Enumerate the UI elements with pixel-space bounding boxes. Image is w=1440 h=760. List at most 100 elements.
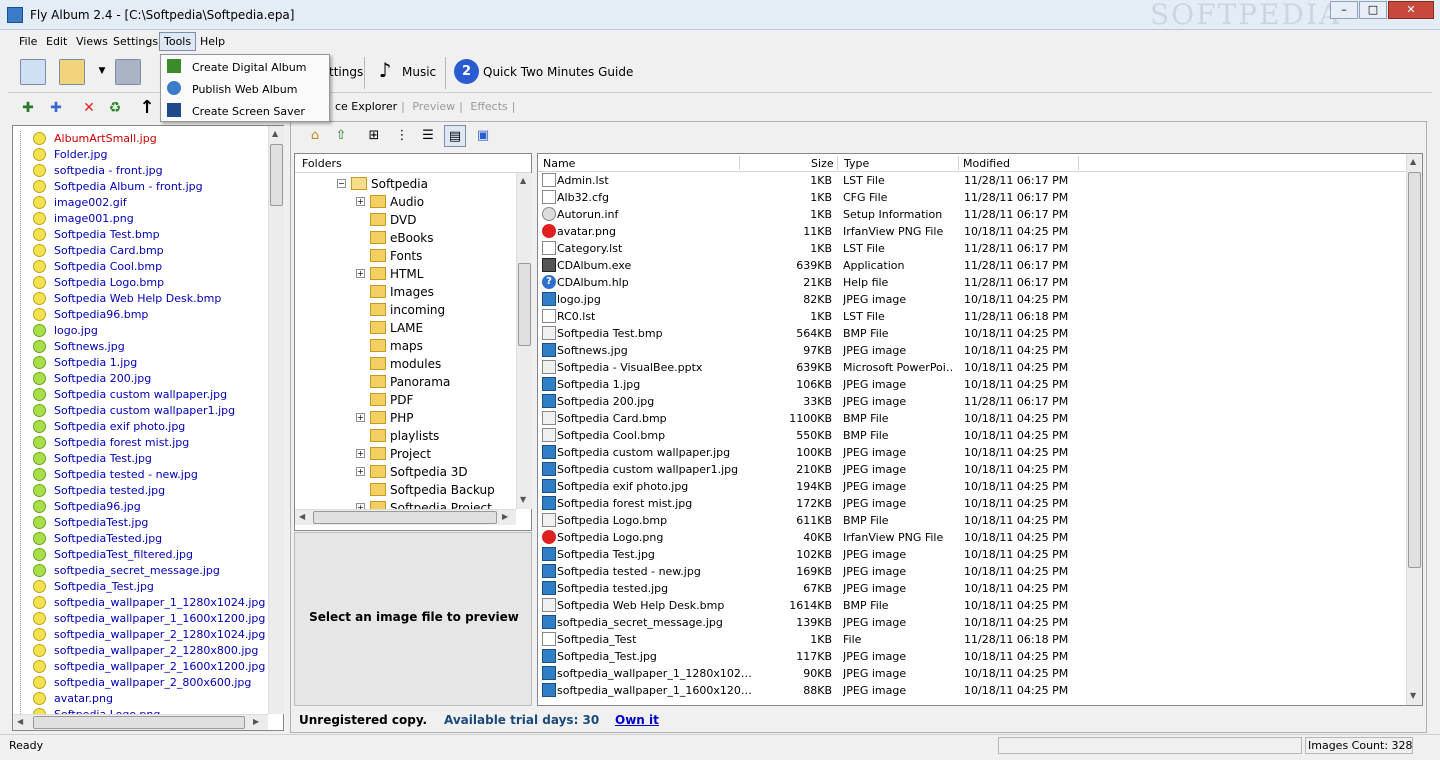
new-album-icon[interactable] [20, 59, 46, 85]
list-item[interactable]: Softpedia 200.jpg [33, 370, 273, 386]
list-item[interactable]: Softpedia Cool.bmp [33, 258, 273, 274]
music-button[interactable]: Music [402, 65, 436, 79]
small-icons-view-icon[interactable]: ⋮ [391, 125, 413, 147]
table-row[interactable]: Softpedia tested - new.jpg 169KB JPEG imag… [538, 563, 1406, 580]
expand-icon[interactable]: + [356, 269, 365, 278]
tab-effects[interactable]: Effects [470, 100, 507, 113]
list-item[interactable]: Softpedia_Test.jpg [33, 578, 273, 594]
list-item[interactable]: avatar.png [33, 690, 273, 706]
list-item[interactable]: SoftpediaTest.jpg [33, 514, 273, 530]
menu-tools[interactable]: Tools [159, 32, 197, 51]
table-row[interactable]: Softpedia - VisualBee.pptx 639KB Microsoft… [538, 359, 1406, 376]
list-view-icon[interactable]: ☰ [417, 125, 439, 147]
table-row[interactable]: RC0.lst 1KB LST File 11/28/11 06:18 PM [538, 308, 1406, 325]
table-row[interactable]: Softpedia Test.bmp 564KB BMP File 10/18/11 … [538, 325, 1406, 342]
scroll-thumb[interactable] [33, 716, 245, 729]
list-item[interactable]: Softpedia custom wallpaper.jpg [33, 386, 273, 402]
tab-preview[interactable]: Preview [412, 100, 455, 113]
table-row[interactable]: softpedia_wallpaper_1_1600x120… 88KB JPEG … [538, 682, 1406, 699]
list-item[interactable]: logo.jpg [33, 322, 273, 338]
scroll-left-arrow[interactable]: ◀ [299, 512, 305, 521]
column-size[interactable]: Size [811, 157, 834, 170]
menu-file[interactable]: File [19, 35, 37, 48]
settings-label[interactable]: ttings [329, 65, 363, 79]
music-icon[interactable]: ♪ [375, 60, 395, 80]
table-row[interactable]: logo.jpg 82KB JPEG image 10/18/11 04:25 PM [538, 291, 1406, 308]
menu-views[interactable]: Views [76, 35, 108, 48]
list-item[interactable]: Softpedia96.bmp [33, 306, 273, 322]
list-item[interactable]: softpedia_wallpaper_1_1600x1200.jpg [33, 610, 273, 626]
table-row[interactable]: Softpedia 200.jpg 33KB JPEG image 11/28/11 … [538, 393, 1406, 410]
column-name[interactable]: Name [543, 157, 575, 170]
table-row[interactable]: Softpedia Test.jpg 102KB JPEG image 10/18/1… [538, 546, 1406, 563]
table-row[interactable]: Softpedia Card.bmp 1100KB BMP File 10/18/11… [538, 410, 1406, 427]
details-view-icon[interactable]: ▤ [444, 125, 466, 147]
list-item[interactable]: Softpedia forest mist.jpg [33, 434, 273, 450]
list-item[interactable]: Softpedia Logo.bmp [33, 274, 273, 290]
large-icons-view-icon[interactable]: ⊞ [363, 125, 385, 147]
scroll-up-arrow[interactable]: ▲ [520, 176, 526, 185]
home-icon[interactable]: ⌂ [304, 125, 326, 147]
column-separator[interactable] [739, 156, 740, 170]
collapse-icon[interactable]: − [337, 179, 346, 188]
table-row[interactable]: softpedia_wallpaper_1_1280x102… 90KB JPEG … [538, 665, 1406, 682]
create-digital-album-item[interactable]: Create Digital Album [161, 56, 329, 78]
table-row[interactable]: Softpedia_Test.jpg 117KB JPEG image 10/18/1… [538, 648, 1406, 665]
scroll-down-arrow[interactable]: ▼ [520, 495, 526, 504]
scroll-down-arrow[interactable]: ▼ [1410, 691, 1416, 700]
table-row[interactable]: Softnews.jpg 97KB JPEG image 10/18/11 04:25… [538, 342, 1406, 359]
save-icon[interactable] [115, 59, 141, 85]
list-item[interactable]: image001.png [33, 210, 273, 226]
list-item[interactable]: Softpedia tested - new.jpg [33, 466, 273, 482]
list-item[interactable]: Softpedia96.jpg [33, 498, 273, 514]
menu-edit[interactable]: Edit [46, 35, 67, 48]
list-item[interactable]: Softnews.jpg [33, 338, 273, 354]
column-modified[interactable]: Modified [963, 157, 1010, 170]
add-image-icon[interactable]: ✚ [46, 98, 66, 118]
table-row[interactable]: Softpedia 1.jpg 106KB JPEG image 10/18/11 0… [538, 376, 1406, 393]
table-row[interactable]: Admin.lst 1KB LST File 11/28/11 06:17 PM [538, 172, 1406, 189]
table-row[interactable]: Softpedia_Test 1KB File 11/28/11 06:18 PM [538, 631, 1406, 648]
list-item[interactable]: softpedia_wallpaper_2_1600x1200.jpg [33, 658, 273, 674]
left-vertical-scrollbar[interactable]: ▲ [268, 126, 284, 714]
table-row[interactable]: Softpedia forest mist.jpg 172KB JPEG image… [538, 495, 1406, 512]
scroll-thumb[interactable] [270, 144, 283, 206]
expand-icon[interactable]: + [356, 197, 365, 206]
recycle-icon[interactable]: ♻ [105, 98, 125, 118]
list-item[interactable]: Softpedia 1.jpg [33, 354, 273, 370]
guide-icon[interactable]: 2 [454, 59, 479, 84]
column-separator[interactable] [837, 156, 838, 170]
folder-horizontal-scrollbar[interactable]: ◀ ▶ [295, 509, 516, 525]
list-item[interactable]: Softpedia tested.jpg [33, 482, 273, 498]
column-separator[interactable] [958, 156, 959, 170]
table-row[interactable]: Softpedia Logo.bmp 611KB BMP File 10/18/11 … [538, 512, 1406, 529]
table-row[interactable]: Softpedia exif photo.jpg 194KB JPEG image 1… [538, 478, 1406, 495]
list-item[interactable]: Softpedia Test.jpg [33, 450, 273, 466]
list-item[interactable]: SoftpediaTested.jpg [33, 530, 273, 546]
list-item[interactable]: softpedia_wallpaper_2_800x600.jpg [33, 674, 273, 690]
list-item[interactable]: Softpedia exif photo.jpg [33, 418, 273, 434]
table-row[interactable]: Softpedia custom wallpaper.jpg 100KB JPEG … [538, 444, 1406, 461]
table-row[interactable]: Softpedia Logo.png 40KB IrfanView PNG File… [538, 529, 1406, 546]
file-list-vertical-scrollbar[interactable]: ▲ ▼ [1406, 154, 1422, 705]
scroll-thumb[interactable] [313, 511, 497, 524]
create-screen-saver-item[interactable]: Create Screen Saver [161, 100, 329, 122]
left-horizontal-scrollbar[interactable]: ◀ ▶ [13, 714, 268, 730]
table-row[interactable]: Autorun.inf 1KB Setup Information 11/28/11 … [538, 206, 1406, 223]
column-separator[interactable] [1078, 156, 1079, 170]
up-arrow-icon[interactable]: ↑ [137, 98, 157, 118]
list-item[interactable]: Softpedia Card.bmp [33, 242, 273, 258]
table-row[interactable]: Softpedia Cool.bmp 550KB BMP File 10/18/11 … [538, 427, 1406, 444]
column-type[interactable]: Type [844, 157, 869, 170]
delete-icon[interactable]: ✕ [79, 98, 99, 118]
menu-settings[interactable]: Settings [113, 35, 158, 48]
scroll-right-arrow[interactable]: ▶ [502, 512, 508, 521]
list-item[interactable]: AlbumArtSmall.jpg [33, 130, 273, 146]
scroll-left-arrow[interactable]: ◀ [17, 717, 23, 726]
scroll-right-arrow[interactable]: ▶ [253, 717, 259, 726]
table-row[interactable]: CDAlbum.exe 639KB Application 11/28/11 06:1… [538, 257, 1406, 274]
scroll-thumb[interactable] [518, 263, 531, 346]
table-row[interactable]: softpedia_secret_message.jpg 139KB JPEG im… [538, 614, 1406, 631]
list-item[interactable]: Folder.jpg [33, 146, 273, 162]
scroll-thumb[interactable] [1408, 172, 1421, 568]
